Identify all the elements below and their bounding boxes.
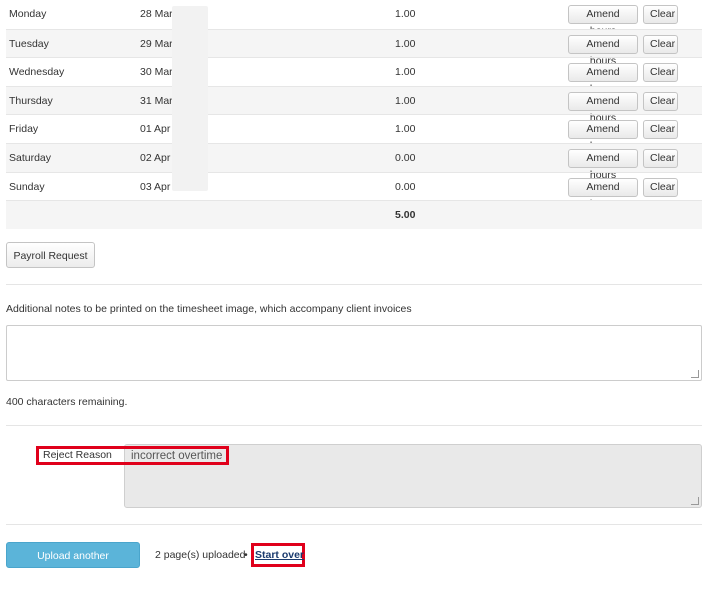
table-row: Monday 28 Mar 1.00 Amend hours Clear — [6, 0, 702, 37]
total-hours: 5.00 — [395, 209, 416, 222]
total-row: 5.00 — [6, 200, 702, 229]
day-cell: Sunday — [9, 180, 45, 193]
clear-button[interactable]: Clear — [643, 120, 678, 140]
amend-hours-button[interactable]: Amend hours — [568, 5, 638, 37]
amend-hours-button[interactable]: Amend hours — [568, 177, 638, 210]
notes-label: Additional notes to be printed on the ti… — [6, 303, 412, 315]
table-row: Sunday 03 Apr 2 0.00 Amend hours Clear — [6, 171, 702, 210]
amend-hours-button[interactable]: Amend hours — [568, 148, 638, 181]
clear-button[interactable]: Clear — [643, 5, 678, 24]
hours-cell: 1.00 — [395, 94, 416, 107]
clear-button[interactable]: Clear — [643, 148, 678, 168]
reject-reason-value: incorrect overtime — [131, 450, 223, 462]
date-cell: 29 Mar — [140, 37, 173, 50]
divider — [6, 284, 702, 285]
hours-cell: 1.00 — [395, 123, 416, 136]
clear-button[interactable]: Clear — [643, 177, 678, 197]
table-row: Wednesday 30 Mar 1.00 Amend hours Clear — [6, 57, 702, 95]
notes-textarea[interactable] — [6, 325, 702, 381]
hours-cell: 0.00 — [395, 151, 416, 164]
date-cell: 30 Mar — [140, 66, 173, 79]
hours-cell: 0.00 — [395, 180, 416, 193]
amend-hours-button[interactable]: Amend hours — [568, 120, 638, 152]
resize-handle-icon[interactable] — [691, 370, 699, 378]
hours-cell: 1.00 — [395, 8, 416, 20]
divider — [6, 425, 702, 426]
clear-button[interactable]: Clear — [643, 34, 678, 54]
redacted-region — [172, 6, 208, 191]
payroll-request-button[interactable]: Payroll Request — [6, 242, 95, 268]
reject-reason-label: Reject Reason — [43, 449, 112, 461]
table-row: Friday 01 Apr 2 1.00 Amend hours Clear — [6, 114, 702, 152]
amend-hours-button[interactable]: Amend hours — [568, 34, 638, 67]
day-cell: Thursday — [9, 94, 53, 107]
hours-cell: 1.00 — [395, 37, 416, 50]
characters-remaining: 400 characters remaining. — [6, 396, 128, 408]
table-row: Thursday 31 Mar 1.00 Amend hours Clear — [6, 85, 702, 124]
pages-uploaded-text: 2 page(s) uploaded — [155, 549, 246, 561]
table-row: Tuesday 29 Mar 1.00 Amend hours Clear — [6, 28, 702, 67]
date-cell: 28 Mar — [140, 8, 173, 20]
amend-hours-button[interactable]: Amend hours — [568, 63, 638, 95]
clear-button[interactable]: Clear — [643, 91, 678, 111]
timesheet-table: Monday 28 Mar 1.00 Amend hours Clear Tue… — [6, 0, 702, 229]
table-row: Saturday 02 Apr 2 0.00 Amend hours Clear — [6, 142, 702, 181]
day-cell: Friday — [9, 123, 39, 136]
day-cell: Tuesday — [9, 37, 49, 50]
date-cell: 31 Mar — [140, 94, 173, 107]
resize-handle-icon[interactable] — [691, 497, 699, 505]
separator-dot: • — [244, 549, 248, 561]
clear-button[interactable]: Clear — [643, 63, 678, 83]
hours-cell: 1.00 — [395, 66, 416, 79]
divider — [6, 524, 702, 525]
upload-another-document-button[interactable]: Upload another document — [6, 542, 140, 586]
day-cell: Wednesday — [9, 66, 65, 79]
start-over-link[interactable]: Start over — [255, 549, 304, 561]
amend-hours-button[interactable]: Amend hours — [568, 91, 638, 124]
day-cell: Monday — [9, 8, 47, 20]
day-cell: Saturday — [9, 151, 52, 164]
